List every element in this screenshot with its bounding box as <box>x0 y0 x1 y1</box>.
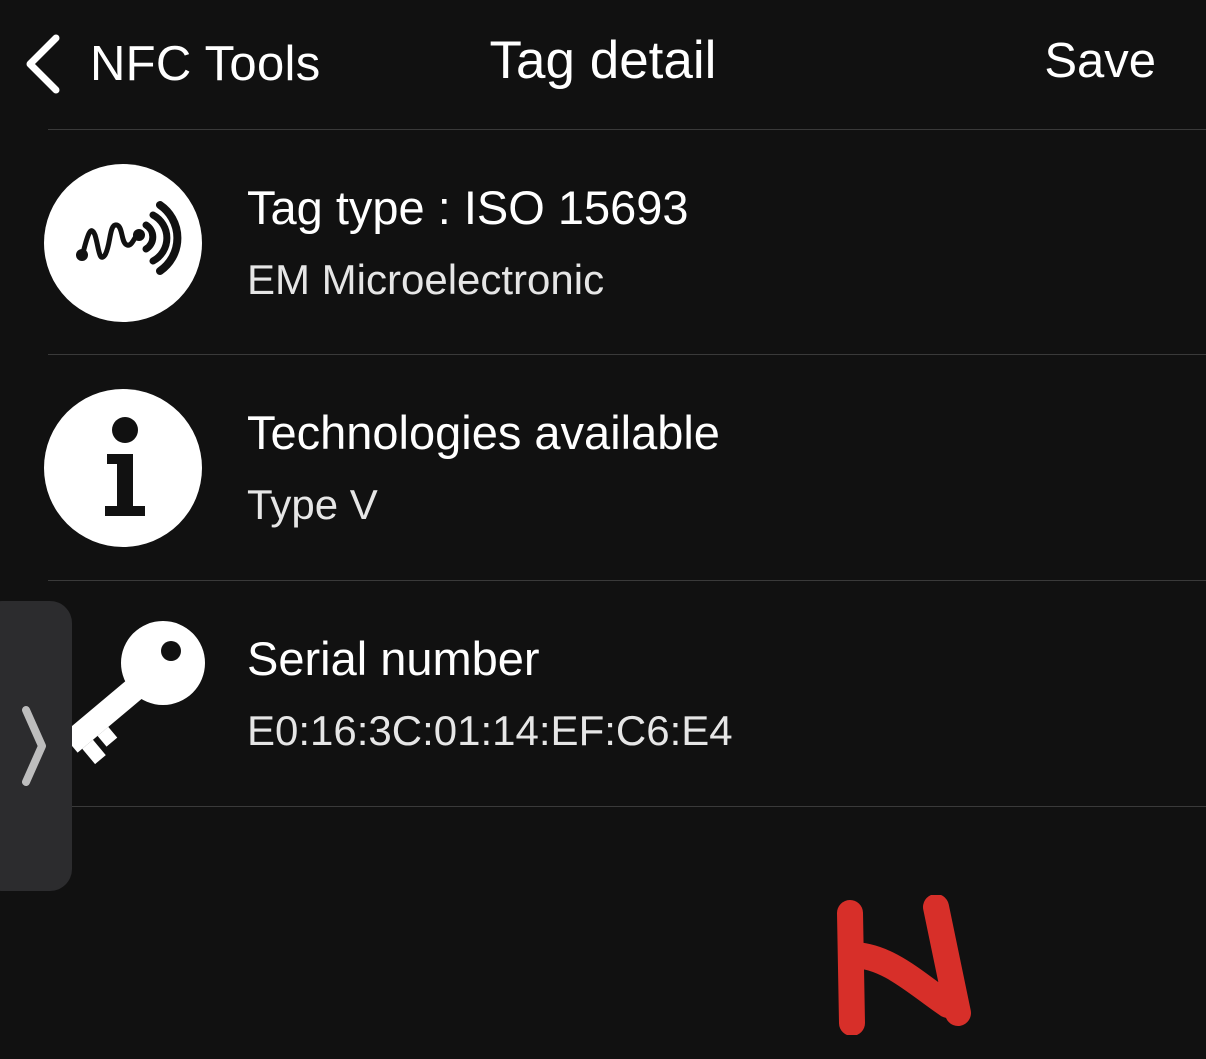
divider <box>48 806 1206 807</box>
navigation-bar: NFC Tools Tag detail Save <box>0 0 1206 128</box>
row-subtitle: Type V <box>247 481 378 528</box>
row-subtitle: EM Microelectronic <box>247 256 605 303</box>
nfc-signal-icon <box>43 163 203 323</box>
info-icon <box>43 388 203 548</box>
red-mark <box>828 894 988 1040</box>
side-drawer-handle[interactable] <box>0 601 72 891</box>
row-title: Technologies available <box>247 406 720 459</box>
row-title: Tag type : ISO 15693 <box>247 181 689 234</box>
row-title: Serial number <box>247 632 540 685</box>
save-button[interactable]: Save <box>1044 33 1156 89</box>
page-title: Tag detail <box>489 31 717 90</box>
list-item-technologies[interactable]: Technologies available Type V <box>0 355 1206 580</box>
list-item-serial-number[interactable]: Serial number E0:16:3C:01:14:EF:C6:E4 <box>0 581 1206 806</box>
row-subtitle: E0:16:3C:01:14:EF:C6:E4 <box>247 707 733 754</box>
list-item-tag-type[interactable]: Tag type : ISO 15693 EM Microelectronic <box>0 130 1206 355</box>
